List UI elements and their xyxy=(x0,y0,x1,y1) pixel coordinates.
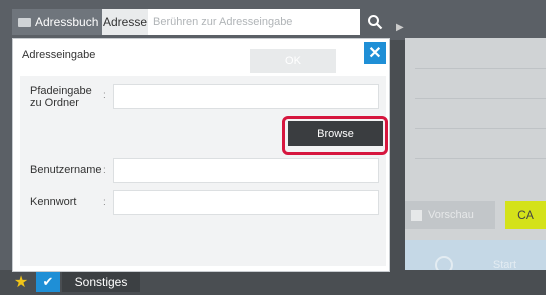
star-icon[interactable]: ★ xyxy=(10,272,32,292)
divider xyxy=(415,98,546,99)
ca-button[interactable]: CA xyxy=(505,201,546,229)
browse-button[interactable]: Browse xyxy=(288,121,383,146)
preview-button[interactable]: Vorschau xyxy=(405,201,495,229)
close-button[interactable]: ✕ xyxy=(364,42,386,64)
password-label: Kennwort xyxy=(30,196,77,208)
preview-label: Vorschau xyxy=(428,209,474,221)
addressbook-button[interactable]: Adressbuch xyxy=(12,9,102,35)
divider xyxy=(415,68,546,69)
path-label: Pfadeingabe zu Ordner xyxy=(30,85,92,109)
path-colon: : xyxy=(103,90,106,101)
username-input[interactable] xyxy=(113,158,379,183)
divider xyxy=(415,128,546,129)
left-strip xyxy=(0,40,12,270)
close-icon: ✕ xyxy=(368,45,382,62)
ok-button[interactable]: OK xyxy=(250,49,336,73)
divider xyxy=(415,158,546,159)
search-icon xyxy=(368,15,383,30)
preview-icon xyxy=(411,209,422,221)
dialog-title: Adresseingabe xyxy=(22,49,96,61)
search-button[interactable] xyxy=(360,9,390,35)
check-icon: ✔ xyxy=(42,274,54,289)
password-colon: : xyxy=(103,197,106,208)
panel-arrow-icon[interactable]: ▶ xyxy=(396,22,416,36)
username-colon: : xyxy=(103,165,106,176)
address-input[interactable]: Berühren zur Adresseingabe xyxy=(148,9,360,35)
addressbook-label: Adressbuch xyxy=(35,15,99,29)
password-input[interactable] xyxy=(113,190,379,215)
username-label: Benutzername xyxy=(30,164,102,176)
book-icon xyxy=(18,17,31,27)
other-button[interactable]: Sonstiges xyxy=(62,272,140,292)
tab-address[interactable]: Adresse xyxy=(102,9,148,35)
check-button[interactable]: ✔ xyxy=(36,272,60,292)
path-input[interactable] xyxy=(113,84,379,109)
